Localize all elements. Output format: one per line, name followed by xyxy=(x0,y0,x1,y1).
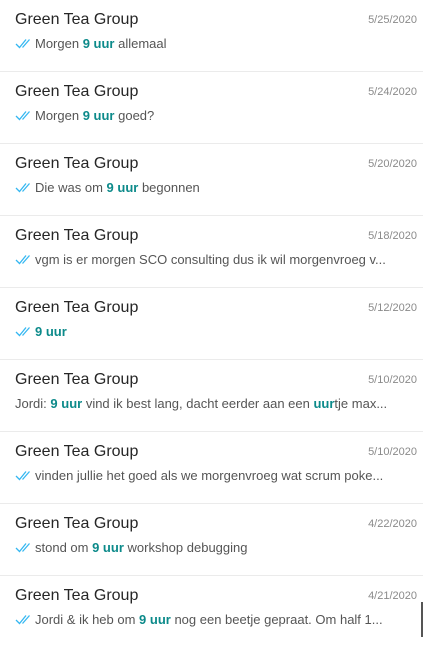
conversation-date: 5/18/2020 xyxy=(368,230,417,242)
conversation-row[interactable]: Green Tea Group 5/10/2020 vinden jullie he… xyxy=(0,432,423,504)
conversation-title: Green Tea Group xyxy=(15,227,139,244)
conversation-date: 5/12/2020 xyxy=(368,302,417,314)
preview-text: Jordi: xyxy=(15,396,51,411)
conversation-date: 5/20/2020 xyxy=(368,158,417,170)
preview-text: vind ik best lang, dacht eerder aan een xyxy=(82,396,314,411)
message-preview: Jordi: 9 uur vind ik best lang, dacht ee… xyxy=(15,396,413,411)
double-check-icon xyxy=(15,543,30,553)
message-preview: vinden jullie het goed als we morgenvroe… xyxy=(15,468,413,483)
preview-text: stond om xyxy=(35,540,93,555)
search-match: 9 uur xyxy=(35,324,67,339)
conversation-date: 4/22/2020 xyxy=(368,518,417,530)
message-preview: vgm is er morgen SCO consulting dus ik w… xyxy=(15,252,413,267)
conversation-date: 5/24/2020 xyxy=(368,86,417,98)
message-preview: Jordi & ik heb om 9 uur nog een beetje g… xyxy=(15,612,413,627)
message-preview: 9 uur xyxy=(15,324,413,339)
preview-text: allemaal xyxy=(114,36,167,51)
conversation-date: 5/25/2020 xyxy=(368,14,417,26)
conversation-row[interactable]: Green Tea Group 4/21/2020 Jordi & ik heb o… xyxy=(0,576,423,648)
conversation-row[interactable]: Green Tea Group 5/12/2020 9 uur xyxy=(0,288,423,360)
double-check-icon xyxy=(15,183,30,193)
conversation-row[interactable]: Green Tea Group 5/25/2020 Morgen 9 uur all… xyxy=(0,0,423,72)
conversation-date: 4/21/2020 xyxy=(368,590,417,602)
message-preview: Morgen 9 uur goed? xyxy=(15,108,413,123)
message-preview: stond om 9 uur workshop debugging xyxy=(15,540,413,555)
preview-text: Jordi & ik heb om xyxy=(35,612,140,627)
conversation-row[interactable]: Green Tea Group 5/20/2020 Die was om 9 uur… xyxy=(0,144,423,216)
preview-text: vgm is er morgen SCO consulting dus ik w… xyxy=(35,252,386,267)
double-check-icon xyxy=(15,111,30,121)
conversation-title: Green Tea Group xyxy=(15,155,139,172)
search-results-list: Green Tea Group 5/25/2020 Morgen 9 uur all… xyxy=(0,0,423,648)
search-match: 9 uur xyxy=(139,612,171,627)
search-match: 9 uur xyxy=(106,180,139,195)
conversation-row[interactable]: Green Tea Group 5/10/2020 Jordi: 9 uur vin… xyxy=(0,360,423,432)
preview-text: Morgen xyxy=(35,108,83,123)
conversation-title: Green Tea Group xyxy=(15,515,139,532)
double-check-icon xyxy=(15,255,30,265)
double-check-icon xyxy=(15,471,30,481)
conversation-date: 5/10/2020 xyxy=(368,446,417,458)
conversation-title: Green Tea Group xyxy=(15,587,139,604)
preview-text: begonnen xyxy=(138,180,200,195)
preview-text: Die was om xyxy=(35,180,107,195)
double-check-icon xyxy=(15,327,30,337)
preview-text: vinden jullie het goed als we morgenvroe… xyxy=(35,468,384,483)
conversation-title: Green Tea Group xyxy=(15,299,139,316)
message-preview: Die was om 9 uur begonnen xyxy=(15,180,413,195)
preview-text: Morgen xyxy=(35,36,83,51)
conversation-row[interactable]: Green Tea Group 5/24/2020 Morgen 9 uur goe… xyxy=(0,72,423,144)
message-preview: Morgen 9 uur allemaal xyxy=(15,36,413,51)
search-match: 9 uur xyxy=(50,396,83,411)
search-match: 9 uur xyxy=(82,36,115,51)
preview-text: tje max... xyxy=(334,396,388,411)
double-check-icon xyxy=(15,39,30,49)
conversation-date: 5/10/2020 xyxy=(368,374,417,386)
double-check-icon xyxy=(15,615,30,625)
preview-text: goed? xyxy=(114,108,155,123)
conversation-title: Green Tea Group xyxy=(15,371,139,388)
preview-text: workshop debugging xyxy=(123,540,248,555)
preview-text: nog een beetje gepraat. Om half 1... xyxy=(170,612,383,627)
conversation-title: Green Tea Group xyxy=(15,83,139,100)
search-match: uur xyxy=(313,396,335,411)
conversation-row[interactable]: Green Tea Group 4/22/2020 stond om 9 uur w… xyxy=(0,504,423,576)
conversation-row[interactable]: Green Tea Group 5/18/2020 vgm is er morgen… xyxy=(0,216,423,288)
conversation-title: Green Tea Group xyxy=(15,11,139,28)
search-match: 9 uur xyxy=(92,540,124,555)
search-match: 9 uur xyxy=(82,108,115,123)
conversation-title: Green Tea Group xyxy=(15,443,139,460)
